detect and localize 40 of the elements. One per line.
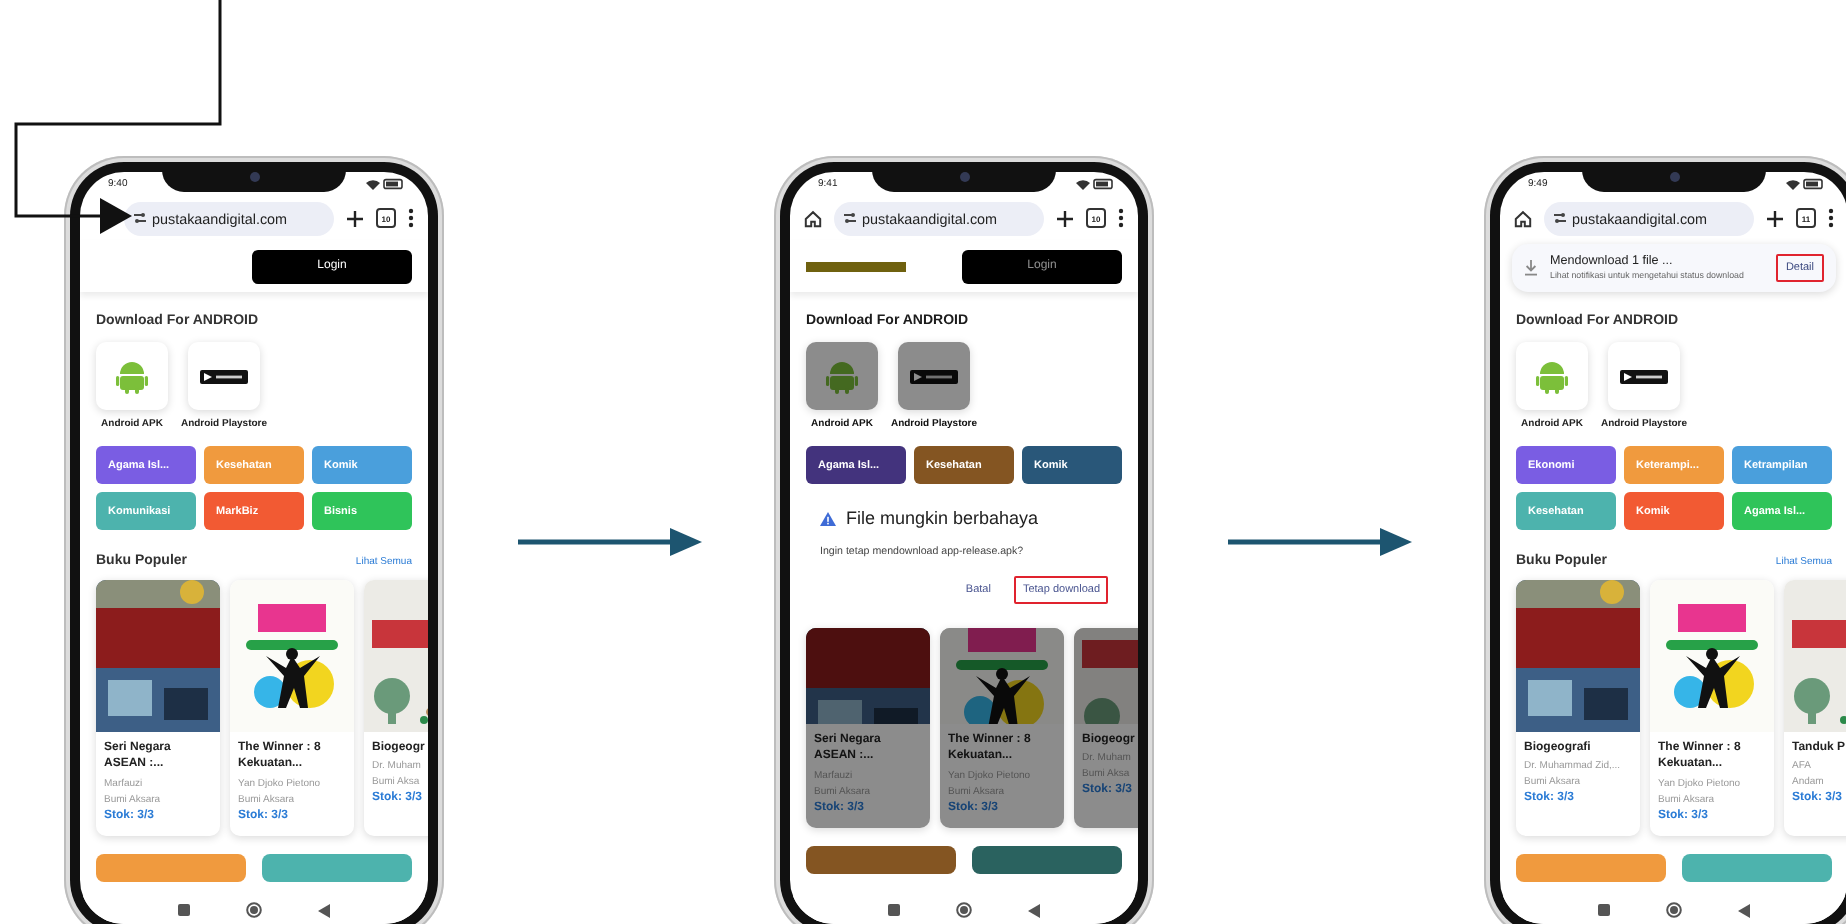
home-button-icon[interactable] bbox=[246, 902, 262, 918]
download-tile[interactable] bbox=[1516, 342, 1588, 410]
home-icon[interactable] bbox=[804, 209, 822, 227]
dialog-title: File mungkin berbahaya bbox=[846, 508, 1039, 528]
back-icon[interactable] bbox=[1738, 903, 1750, 917]
recents-icon[interactable] bbox=[888, 904, 900, 916]
recents-icon[interactable] bbox=[178, 904, 190, 916]
download-tile[interactable] bbox=[188, 342, 260, 410]
android-robot-icon bbox=[826, 358, 858, 394]
site-settings-icon[interactable] bbox=[1554, 212, 1566, 224]
play-store-badge-icon bbox=[200, 369, 248, 383]
wifi-battery-icon bbox=[1784, 178, 1824, 190]
plus-icon[interactable] bbox=[346, 209, 364, 227]
download-tile[interactable] bbox=[806, 342, 878, 410]
download-tile[interactable] bbox=[96, 342, 168, 410]
wifi-battery-icon bbox=[1074, 178, 1114, 190]
warning-icon bbox=[820, 511, 836, 525]
more-menu-icon[interactable] bbox=[408, 208, 414, 228]
more-menu-icon[interactable] bbox=[1118, 208, 1124, 228]
home-button-icon[interactable] bbox=[1666, 902, 1682, 918]
recents-icon[interactable] bbox=[1598, 904, 1610, 916]
back-icon[interactable] bbox=[318, 903, 330, 917]
site-settings-icon[interactable] bbox=[844, 212, 856, 224]
download-tile[interactable] bbox=[898, 342, 970, 410]
android-robot-icon bbox=[116, 358, 148, 394]
wifi-battery-icon bbox=[364, 178, 404, 190]
plus-icon[interactable] bbox=[1766, 209, 1784, 227]
android-robot-icon bbox=[1536, 358, 1568, 394]
plus-icon[interactable] bbox=[1056, 209, 1074, 227]
play-store-badge-icon bbox=[1620, 369, 1668, 383]
site-settings-icon[interactable] bbox=[134, 212, 146, 224]
back-icon[interactable] bbox=[1028, 903, 1040, 917]
more-menu-icon[interactable] bbox=[1828, 208, 1834, 228]
play-store-badge-icon bbox=[910, 369, 958, 383]
menu-button[interactable] bbox=[972, 845, 1122, 874]
download-tile[interactable] bbox=[1608, 342, 1680, 410]
home-icon[interactable] bbox=[1514, 209, 1532, 227]
menu-button[interactable] bbox=[806, 845, 956, 874]
home-button-icon[interactable] bbox=[956, 902, 972, 918]
download-icon bbox=[1524, 260, 1538, 276]
